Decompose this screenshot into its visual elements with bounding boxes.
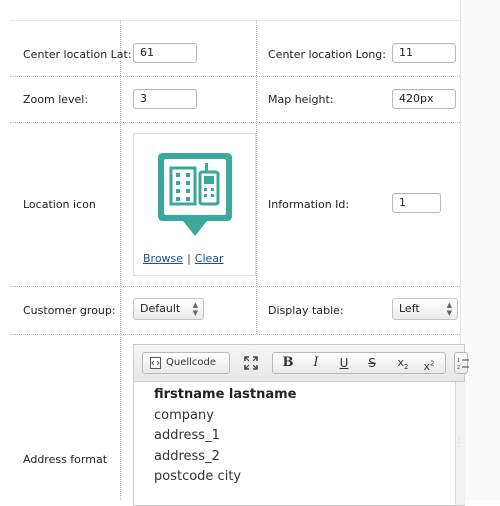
display-table-label: Display table: [268,304,344,317]
information-id-label: Information Id: [268,198,350,211]
center-lat-input[interactable]: 61 [133,43,197,63]
display-table-select[interactable]: Left ▲ ▼ [392,298,458,320]
subscript-icon: x2 [397,356,409,372]
building-phone-marker-icon [158,153,232,236]
superscript-button[interactable]: x2 [419,352,439,374]
select-arrows-icon: ▲ ▼ [446,301,452,317]
address-line: postcode city [154,469,242,484]
row-separator [10,286,460,287]
italic-button[interactable]: I [306,352,326,374]
address-format-label: Address format [23,453,108,466]
customer-group-select[interactable]: Default ▲ ▼ [133,298,204,320]
numbered-list-icon: 1 2 [457,358,469,370]
svg-text:2: 2 [457,365,460,370]
editor-toolbar: Quellcode B I U S x2 x2 1 2 [134,345,469,382]
address-line: firstname lastname [154,387,297,402]
browse-link[interactable]: Browse [143,252,183,265]
map-height-label: Map height: [268,93,334,106]
center-long-label: Center location Long: [268,48,386,61]
editor-content[interactable]: firstname lastname company address_1 add… [154,385,297,488]
information-id-input[interactable]: 1 [392,193,441,213]
row-separator [10,76,460,77]
clear-link[interactable]: Clear [195,252,224,265]
source-code-button[interactable]: Quellcode [142,352,230,374]
row-separator [10,334,460,335]
address-line: address_1 [154,428,220,443]
customer-group-value: Default [140,302,181,315]
address-line: company [154,407,214,423]
underline-button[interactable]: U [334,352,354,374]
subscript-button[interactable]: x2 [393,352,413,374]
source-code-icon [150,357,161,369]
svg-text:1: 1 [457,358,460,364]
right-margin-strip [461,0,500,500]
zoom-level-input[interactable]: 3 [133,89,197,109]
customer-group-label: Customer group: [23,304,116,317]
source-code-label: Quellcode [166,357,217,368]
map-height-input[interactable]: 420px [392,89,456,109]
column-separator [120,20,121,500]
bold-button[interactable]: B [278,352,298,374]
address-format-editor[interactable]: Quellcode B I U S x2 x2 1 2 firstname la… [133,344,469,506]
location-icon-label: Location icon [23,198,96,211]
maximize-icon [244,356,258,370]
select-arrows-icon: ▲ ▼ [192,301,198,317]
panel-top-edge [10,20,460,21]
location-icon-links: Browse | Clear [143,252,224,265]
superscript-icon: x2 [423,359,435,373]
column-separator [256,20,257,334]
maximize-button[interactable] [240,352,262,374]
editor-scrollbar[interactable]: · · · [455,382,465,505]
zoom-level-label: Zoom level: [23,93,89,106]
scroll-grip-icon: · · · [458,436,460,451]
address-line: address_2 [154,448,220,464]
center-lat-label: Center location Lat: [23,48,132,61]
display-table-value: Left [399,302,420,315]
strikethrough-button[interactable]: S [362,352,382,374]
list-button-group: 1 2 [454,352,469,374]
link-separator: | [187,252,191,265]
row-separator [10,122,460,123]
center-long-input[interactable]: 11 [392,43,456,63]
